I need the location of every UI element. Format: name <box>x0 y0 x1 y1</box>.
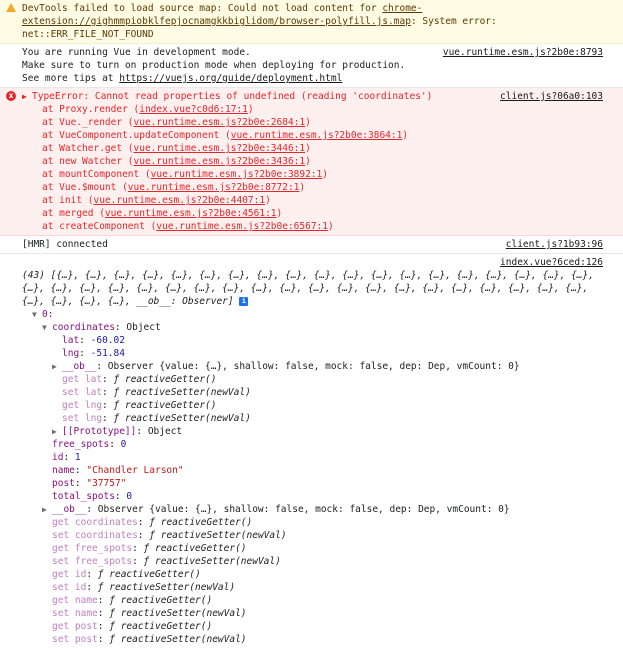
field-post: post: "37757" <box>52 478 127 489</box>
accessor-row[interactable]: get id: ƒ reactiveGetter() <box>42 568 615 581</box>
field-total-spots: total_spots: 0 <box>52 491 133 502</box>
stack-frame: at new Watcher (vue.runtime.esm.js?2b0e:… <box>42 156 311 167</box>
expand-triangle-icon: ▶ <box>22 92 27 101</box>
stack-frame-link[interactable]: vue.runtime.esm.js?2b0e:6567:1 <box>156 221 328 232</box>
stack-frame: at createComponent (vue.runtime.esm.js?2… <box>42 221 334 232</box>
expand-triangle-icon: ▶ <box>52 362 57 371</box>
error-source-link[interactable]: client.js?06a0:103 <box>500 90 603 103</box>
accessor-row[interactable]: set id: ƒ reactiveSetter(newVal) <box>42 581 615 594</box>
accessor-row[interactable]: get post: ƒ reactiveGetter() <box>42 620 615 633</box>
console-log-object: index.vue?6ced:126 (43) [{…}, {…}, {…}, … <box>0 254 623 648</box>
accessor-row[interactable]: set lat: ƒ reactiveSetter(newVal) <box>52 386 615 399</box>
accessor-row[interactable]: set coordinates: ƒ reactiveSetter(newVal… <box>42 529 615 542</box>
console-error-message: x client.js?06a0:103 ▶ TypeError: Cannot … <box>0 88 623 236</box>
stack-frame: at VueComponent.updateComponent (vue.run… <box>42 130 409 141</box>
warning-icon <box>6 3 16 12</box>
field-free-spots: free_spots: 0 <box>52 439 127 450</box>
error-stack-trace: at Proxy.render (index.vue?c0d6:17:1) at … <box>22 103 615 233</box>
item-fields: free_spots: 0 id: 1 name: "Chandler Larson… <box>42 438 615 503</box>
field-name: name: "Chandler Larson" <box>52 465 184 476</box>
expand-triangle-icon: ▶ <box>42 505 47 514</box>
stack-frame: at mountComponent (vue.runtime.esm.js?2b… <box>42 169 328 180</box>
accessor-row[interactable]: set name: ƒ reactiveSetter(newVal) <box>42 607 615 620</box>
accessor-row[interactable]: set post: ƒ reactiveSetter(newVal) <box>42 633 615 646</box>
array-item-0[interactable]: ▼ 0: <box>8 308 615 321</box>
deployment-docs-link[interactable]: https://vuejs.org/guide/deployment.html <box>119 73 342 84</box>
log-source-link[interactable]: index.vue?6ced:126 <box>500 257 603 268</box>
stack-frame-link[interactable]: vue.runtime.esm.js?2b0e:3864:1 <box>231 130 403 141</box>
stack-frame: at Watcher.get (vue.runtime.esm.js?2b0e:… <box>42 143 311 154</box>
info-line-3: See more tips at https://vuejs.org/guide… <box>22 73 343 84</box>
coord-observer-property[interactable]: ▶ __ob__: Observer {value: {…}, shallow: … <box>52 360 615 373</box>
expand-triangle-icon: ▶ <box>52 427 57 436</box>
stack-frame: at Proxy.render (index.vue?c0d6:17:1) <box>42 104 254 115</box>
stack-frame-link[interactable]: vue.runtime.esm.js?2b0e:8772:1 <box>128 182 300 193</box>
stack-frame: at Vue._render (vue.runtime.esm.js?2b0e:… <box>42 117 311 128</box>
warning-text: DevTools failed to load source map: Coul… <box>22 3 383 14</box>
hmr-source-link[interactable]: client.js?1b93:96 <box>506 238 603 251</box>
prototype-property[interactable]: ▶ [[Prototype]]: Object <box>52 425 615 438</box>
stack-frame-link[interactable]: vue.runtime.esm.js?2b0e:3436:1 <box>134 156 306 167</box>
accessor-row[interactable]: get lat: ƒ reactiveGetter() <box>52 373 615 386</box>
accessor-row[interactable]: get lng: ƒ reactiveGetter() <box>52 399 615 412</box>
item-observer-property[interactable]: ▶ __ob__: Observer {value: {…}, shallow: … <box>42 503 615 516</box>
console-info-message: vue.runtime.esm.js?2b0e:8793 You are run… <box>0 44 623 88</box>
info-line-2: Make sure to turn on production mode whe… <box>22 60 406 71</box>
stack-frame-link[interactable]: vue.runtime.esm.js?2b0e:4561:1 <box>105 208 277 219</box>
collapse-triangle-icon: ▼ <box>42 323 47 332</box>
stack-frame: at Vue.$mount (vue.runtime.esm.js?2b0e:8… <box>42 182 306 193</box>
info-source-link[interactable]: vue.runtime.esm.js?2b0e:8793 <box>443 46 603 59</box>
stack-frame-link[interactable]: vue.runtime.esm.js?2b0e:2684:1 <box>134 117 306 128</box>
console-log-hmr: client.js?1b93:96 [HMR] connected <box>0 236 623 254</box>
collapse-triangle-icon: ▼ <box>32 310 37 319</box>
info-badge-icon: i <box>239 297 249 306</box>
item-accessors: get coordinates: ƒ reactiveGetter() set c… <box>42 516 615 646</box>
stack-frame-link[interactable]: vue.runtime.esm.js?2b0e:3892:1 <box>151 169 323 180</box>
error-icon: x <box>6 91 16 101</box>
lat-property: lat: -60.02 <box>62 335 125 346</box>
field-id: id: 1 <box>52 452 81 463</box>
stack-frame: at init (vue.runtime.esm.js?2b0e:4407:1) <box>42 195 271 206</box>
coordinate-accessors: get lat: ƒ reactiveGetter() set lat: ƒ re… <box>52 373 615 425</box>
array-preview[interactable]: (43) [{…}, {…}, {…}, {…}, {…}, {…}, {…},… <box>8 269 615 308</box>
accessor-row[interactable]: get free_spots: ƒ reactiveGetter() <box>42 542 615 555</box>
accessor-row[interactable]: set lng: ƒ reactiveSetter(newVal) <box>52 412 615 425</box>
accessor-row[interactable]: get coordinates: ƒ reactiveGetter() <box>42 516 615 529</box>
hmr-text: [HMR] connected <box>22 239 108 250</box>
stack-frame-link[interactable]: vue.runtime.esm.js?2b0e:4407:1 <box>93 195 265 206</box>
stack-frame: at merged (vue.runtime.esm.js?2b0e:4561:… <box>42 208 283 219</box>
accessor-row[interactable]: set free_spots: ƒ reactiveSetter(newVal) <box>42 555 615 568</box>
coordinates-property[interactable]: ▼ coordinates: Object <box>42 321 615 334</box>
stack-frame-link[interactable]: vue.runtime.esm.js?2b0e:3446:1 <box>134 143 306 154</box>
accessor-row[interactable]: get name: ƒ reactiveGetter() <box>42 594 615 607</box>
console-warning-message: DevTools failed to load source map: Coul… <box>0 0 623 44</box>
stack-frame-link[interactable]: index.vue?c0d6:17:1 <box>139 104 248 115</box>
lng-property: lng: -51.84 <box>62 348 125 359</box>
